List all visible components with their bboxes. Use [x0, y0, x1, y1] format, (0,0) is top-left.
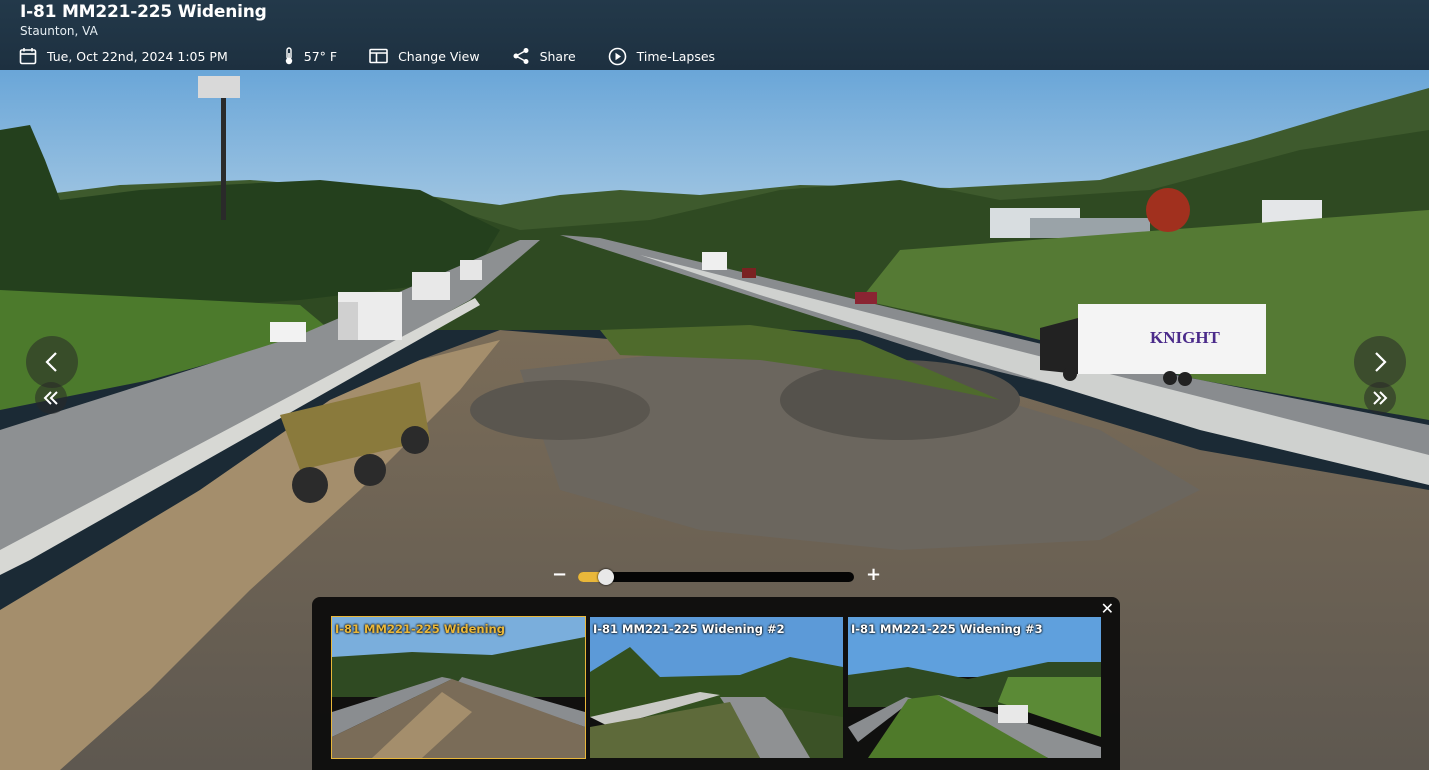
- double-chevron-right-icon: [1373, 391, 1388, 405]
- previous-camera-button[interactable]: [26, 336, 78, 388]
- camera-image: KNIGHT − + ✕ I-81 MM221-225 Widening I-8…: [0, 70, 1429, 770]
- timelapses-label: Time-Lapses: [636, 48, 716, 64]
- thumbnail-preview: [332, 617, 585, 758]
- timelapses-button[interactable]: Time-Lapses: [608, 47, 715, 66]
- truck-logo: KNIGHT: [1150, 328, 1221, 347]
- first-camera-button[interactable]: [35, 382, 67, 414]
- play-circle-icon: [608, 47, 626, 65]
- double-chevron-left-icon: [43, 391, 58, 405]
- camera-location: Staunton, VA: [20, 24, 98, 38]
- camera-thumbnail[interactable]: I-81 MM221-225 Widening #2: [590, 617, 843, 758]
- camera-toolbar: Tue, Oct 22nd, 2024 1:05 PM 57° F Change…: [19, 44, 747, 68]
- close-icon[interactable]: ✕: [1101, 599, 1114, 618]
- datetime-display: Tue, Oct 22nd, 2024 1:05 PM: [19, 47, 228, 65]
- thumbnail-label: I-81 MM221-225 Widening: [335, 622, 505, 636]
- share-label: Share: [539, 48, 576, 64]
- chevron-left-icon: [45, 352, 57, 372]
- layout-icon: [369, 48, 388, 64]
- camera-thumbnail[interactable]: I-81 MM221-225 Widening #3: [848, 617, 1101, 758]
- zoom-control: − +: [550, 565, 885, 587]
- calendar-icon: [19, 48, 37, 65]
- camera-thumbnail[interactable]: I-81 MM221-225 Widening: [331, 616, 586, 759]
- zoom-slider-handle[interactable]: [597, 569, 614, 585]
- share-button[interactable]: Share: [512, 47, 576, 65]
- zoom-in-button[interactable]: +: [866, 565, 881, 585]
- zoom-out-button[interactable]: −: [552, 565, 567, 585]
- thumbnail-preview: [590, 617, 843, 758]
- camera-header: I-81 MM221-225 Widening Staunton, VA Tue…: [0, 0, 1429, 70]
- thumbnail-preview: [848, 617, 1101, 758]
- last-camera-button[interactable]: [1364, 382, 1396, 414]
- change-view-button[interactable]: Change View: [369, 48, 480, 64]
- camera-title: I-81 MM221-225 Widening: [20, 2, 267, 22]
- change-view-label: Change View: [398, 48, 480, 64]
- next-camera-button[interactable]: [1354, 336, 1406, 388]
- chevron-right-icon: [1375, 352, 1387, 372]
- zoom-slider-track[interactable]: [578, 569, 854, 585]
- temperature-display: 57° F: [284, 47, 337, 65]
- share-icon: [513, 48, 529, 64]
- temperature-text: 57° F: [303, 48, 338, 64]
- camera-thumbnail-tray: ✕ I-81 MM221-225 Widening I-81 MM221-225…: [312, 597, 1120, 770]
- thumbnail-label: I-81 MM221-225 Widening #3: [851, 622, 1043, 636]
- thumbnail-label: I-81 MM221-225 Widening #2: [593, 622, 785, 636]
- datetime-text: Tue, Oct 22nd, 2024 1:05 PM: [47, 48, 228, 64]
- thermometer-icon: [285, 47, 292, 65]
